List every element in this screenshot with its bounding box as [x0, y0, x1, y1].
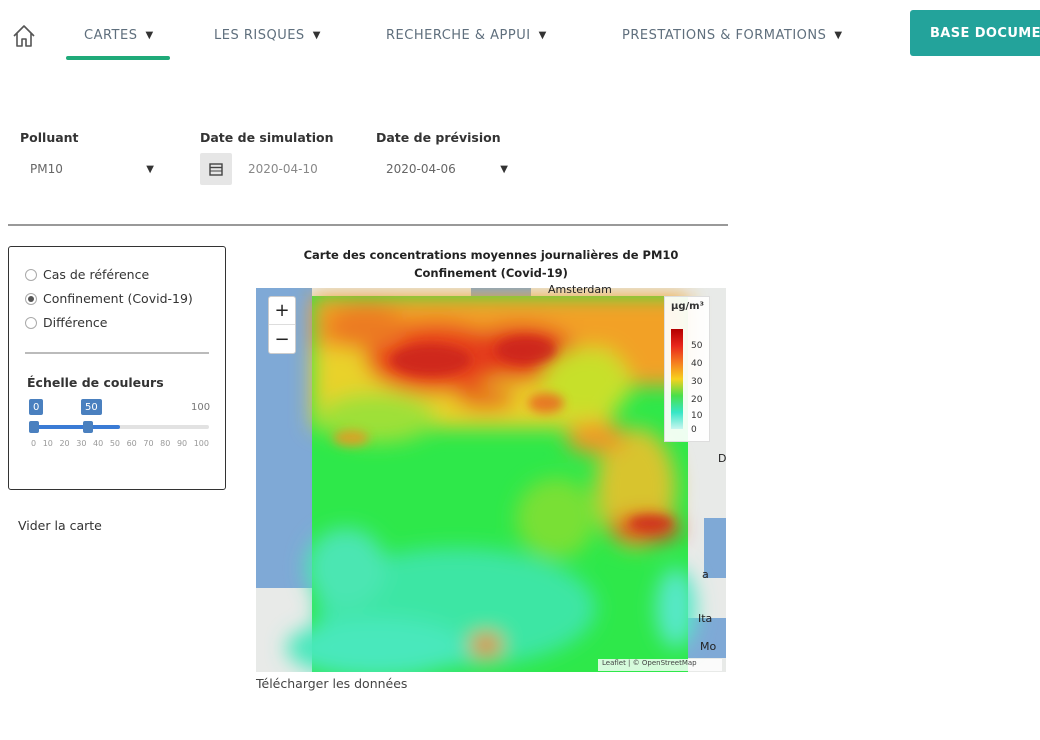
map-label-ita: Ita [698, 612, 713, 625]
prevision-select[interactable]: 2020-04-06 ▼ [386, 156, 508, 182]
color-range-slider[interactable] [31, 425, 209, 429]
polluant-select[interactable]: PM10 ▼ [30, 156, 154, 182]
prevision-value: 2020-04-06 [386, 162, 456, 176]
option-label: Cas de référence [43, 267, 150, 282]
map-label-mo: Mo [700, 640, 717, 653]
slider-tick-label: 60 [126, 439, 137, 448]
legend-gradient [671, 329, 683, 429]
simulation-date-input[interactable]: 2020-04-10 [240, 156, 350, 182]
top-nav: CARTES ▼ LES RISQUES ▼ RECHERCHE & APPUI… [0, 0, 1040, 72]
nav-item-risques[interactable]: LES RISQUES ▼ [214, 22, 321, 48]
caret-down-icon: ▼ [146, 163, 154, 175]
nav-item-label: CARTES [84, 27, 138, 43]
slider-tick-label: 90 [176, 439, 188, 448]
caret-down-icon: ▼ [312, 29, 321, 41]
legend-tick: 0 [691, 425, 697, 435]
option-label: Confinement (Covid-19) [43, 291, 193, 306]
slider-tick-label: 20 [59, 439, 70, 448]
nav-item-cartes[interactable]: CARTES ▼ [66, 22, 170, 60]
caret-down-icon: ▼ [500, 163, 508, 175]
caret-down-icon: ▼ [834, 29, 843, 41]
zoom-out-button[interactable]: − [269, 325, 295, 353]
radio-button[interactable] [25, 292, 37, 305]
polluant-label: Polluant [20, 130, 79, 145]
polluant-value: PM10 [30, 162, 63, 176]
radio-button[interactable] [25, 268, 37, 281]
map-label-d: D [718, 452, 727, 465]
calendar-icon [209, 163, 223, 176]
slider-tick-label: 100 [193, 439, 209, 448]
map-label-a: a [702, 568, 709, 581]
legend-tick: 20 [691, 395, 703, 405]
slider-max-tag[interactable]: 50 [81, 399, 102, 415]
concentration-overlay [256, 288, 726, 672]
nav-item-recherche[interactable]: RECHERCHE & APPUI ▼ [386, 22, 547, 48]
home-icon[interactable] [10, 22, 38, 50]
calendar-button[interactable] [200, 153, 232, 185]
slider-fill [31, 425, 120, 429]
slider-tick-label: 80 [160, 439, 171, 448]
option-difference[interactable]: Différence [25, 315, 107, 330]
radio-button[interactable] [25, 316, 37, 329]
slider-tick-label: 50 [109, 439, 120, 448]
prevision-label: Date de prévision [376, 130, 501, 145]
option-reference[interactable]: Cas de référence [25, 267, 149, 282]
slider-tick-label: 40 [93, 439, 104, 448]
nav-item-prestations[interactable]: PRESTATIONS & FORMATIONS ▼ [622, 22, 843, 48]
map-label-amsterdam: Amsterdam [548, 283, 612, 296]
zoom-control: + − [268, 296, 296, 354]
legend-tick: 40 [691, 359, 703, 369]
map-title: Carte des concentrations moyennes journa… [303, 248, 679, 262]
caret-down-icon: ▼ [145, 29, 154, 41]
divider [8, 224, 728, 226]
clear-map-link[interactable]: Vider la carte [18, 518, 102, 533]
panel-divider [25, 352, 209, 354]
slider-tick-label: 10 [42, 439, 53, 448]
base-documentaire-button[interactable]: BASE DOCUMEN [910, 10, 1040, 56]
legend-tick: 10 [691, 411, 703, 421]
layer-panel: Cas de référence Confinement (Covid-19) … [8, 246, 226, 490]
slider-ticks: 0 10 20 30 40 50 60 70 80 90 100 [31, 439, 209, 448]
color-scale-title: Échelle de couleurs [27, 375, 164, 390]
map-subtitle: Confinement (Covid-19) [414, 266, 568, 280]
slider-tick-label: 30 [76, 439, 87, 448]
slider-tick-label: 70 [143, 439, 154, 448]
map-attribution[interactable]: Leaflet | © OpenStreetMap [598, 659, 722, 671]
option-confinement[interactable]: Confinement (Covid-19) [25, 291, 193, 306]
legend-tick: 30 [691, 377, 703, 387]
nav-item-label: RECHERCHE & APPUI [386, 27, 531, 43]
slider-tick-label: 0 [31, 439, 37, 448]
legend-unit: µg/m³ [671, 301, 704, 312]
legend-tick: 50 [691, 341, 703, 351]
simulation-label: Date de simulation [200, 130, 334, 145]
zoom-in-button[interactable]: + [269, 297, 295, 325]
caret-down-icon: ▼ [538, 29, 547, 41]
nav-item-label: PRESTATIONS & FORMATIONS [622, 27, 827, 43]
download-data-link[interactable]: Télécharger les données [256, 676, 407, 691]
option-label: Différence [43, 315, 108, 330]
color-legend: µg/m³ 50 40 30 20 10 0 [664, 296, 710, 442]
slider-handle-max[interactable] [83, 421, 93, 433]
slider-end-label: 100 [191, 401, 211, 413]
slider-handle-min[interactable] [29, 421, 39, 433]
pollution-map[interactable] [256, 288, 726, 672]
nav-item-label: LES RISQUES [214, 27, 305, 43]
slider-min-tag[interactable]: 0 [29, 399, 44, 415]
